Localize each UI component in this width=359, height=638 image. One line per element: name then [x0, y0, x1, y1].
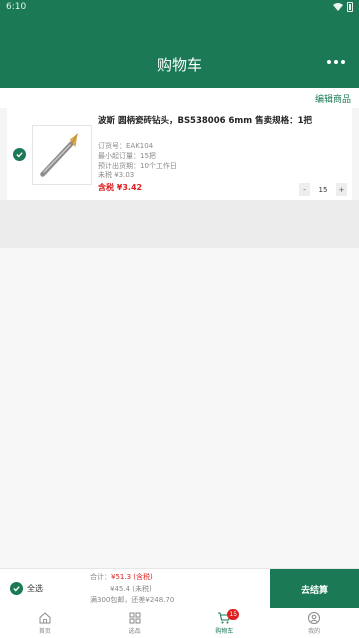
- battery-icon: [347, 2, 353, 12]
- drill-bit-image: [40, 133, 78, 177]
- total-untaxed: ¥45.4 (未税): [110, 584, 152, 593]
- increase-button[interactable]: +: [336, 183, 347, 196]
- tab-label: 首页: [38, 628, 51, 635]
- dot-icon: [341, 60, 345, 64]
- status-time: 6:10: [6, 2, 27, 12]
- cart-count-badge: 15: [227, 609, 240, 620]
- quantity-stepper: - 15 +: [299, 183, 347, 196]
- product-title[interactable]: 波斯 圆柄瓷砖钻头，BS538006 6mm 售卖规格：1把: [98, 116, 348, 127]
- product-meta: 订货号：EAK104 最小起订量：15把 预计出货期：10个工作日 未税 ¥3.…: [98, 142, 177, 181]
- tab-label: 选品: [128, 628, 141, 635]
- product-image[interactable]: [32, 125, 92, 185]
- tab-home[interactable]: 首页: [0, 608, 90, 638]
- more-options-button[interactable]: [327, 60, 345, 64]
- checkmark-icon: [13, 586, 20, 592]
- home-icon: [39, 612, 51, 624]
- taxed-price: 含税 ¥3.42: [98, 183, 143, 192]
- edit-bar: 编辑商品: [0, 88, 359, 108]
- tab-label: 我的: [308, 628, 321, 635]
- cart-item-card: 波斯 圆柄瓷砖钻头，BS538006 6mm 售卖规格：1把 订货号：EAK10…: [7, 108, 352, 200]
- checkmark-icon: [16, 152, 23, 158]
- min-order-qty: 最小起订量：15把: [98, 151, 156, 160]
- grid-icon: [129, 612, 141, 624]
- page-title: 购物车: [156, 56, 202, 74]
- quantity-input[interactable]: 15: [310, 183, 336, 196]
- status-icons: [333, 2, 353, 12]
- divider-band: [0, 200, 359, 248]
- tab-label: 购物车: [215, 628, 234, 635]
- free-shipping-note: 满300包邮，还差¥248.70: [90, 596, 175, 604]
- checkout-bar: 全选 合计：¥51.3 (含税) ¥45.4 (未税) 满300包邮，还差¥24…: [0, 568, 359, 609]
- order-totals: 合计：¥51.3 (含税) ¥45.4 (未税) 满300包邮，还差¥248.7…: [90, 572, 174, 607]
- bottom-tab-bar: 首页 选品 15 购物车 我的: [0, 608, 359, 638]
- tab-cart[interactable]: 15 购物车: [180, 608, 270, 638]
- wifi-icon: [333, 3, 343, 11]
- tab-profile[interactable]: 我的: [269, 608, 359, 638]
- checkout-button[interactable]: 去结算: [270, 569, 359, 609]
- user-icon: [308, 612, 321, 624]
- empty-area: [0, 248, 359, 568]
- delivery-time: 预计出货期：10个工作日: [98, 161, 177, 170]
- select-all-checkbox[interactable]: [10, 582, 23, 595]
- select-all-toggle[interactable]: 全选: [10, 582, 43, 595]
- untaxed-price: 未税 ¥3.03: [98, 171, 135, 180]
- edit-items-link[interactable]: 编辑商品: [315, 92, 351, 105]
- dot-icon: [327, 60, 331, 64]
- total-prefix: 合计：: [90, 573, 111, 581]
- app-header: 6:10 购物车: [0, 0, 359, 88]
- total-taxed: ¥51.3 (含税): [111, 573, 153, 581]
- order-number: 订货号：EAK104: [98, 142, 154, 150]
- dot-icon: [334, 60, 338, 64]
- item-checkbox[interactable]: [13, 148, 26, 161]
- select-all-label: 全选: [27, 584, 43, 593]
- tab-select[interactable]: 选品: [90, 608, 180, 638]
- decrease-button[interactable]: -: [299, 183, 310, 196]
